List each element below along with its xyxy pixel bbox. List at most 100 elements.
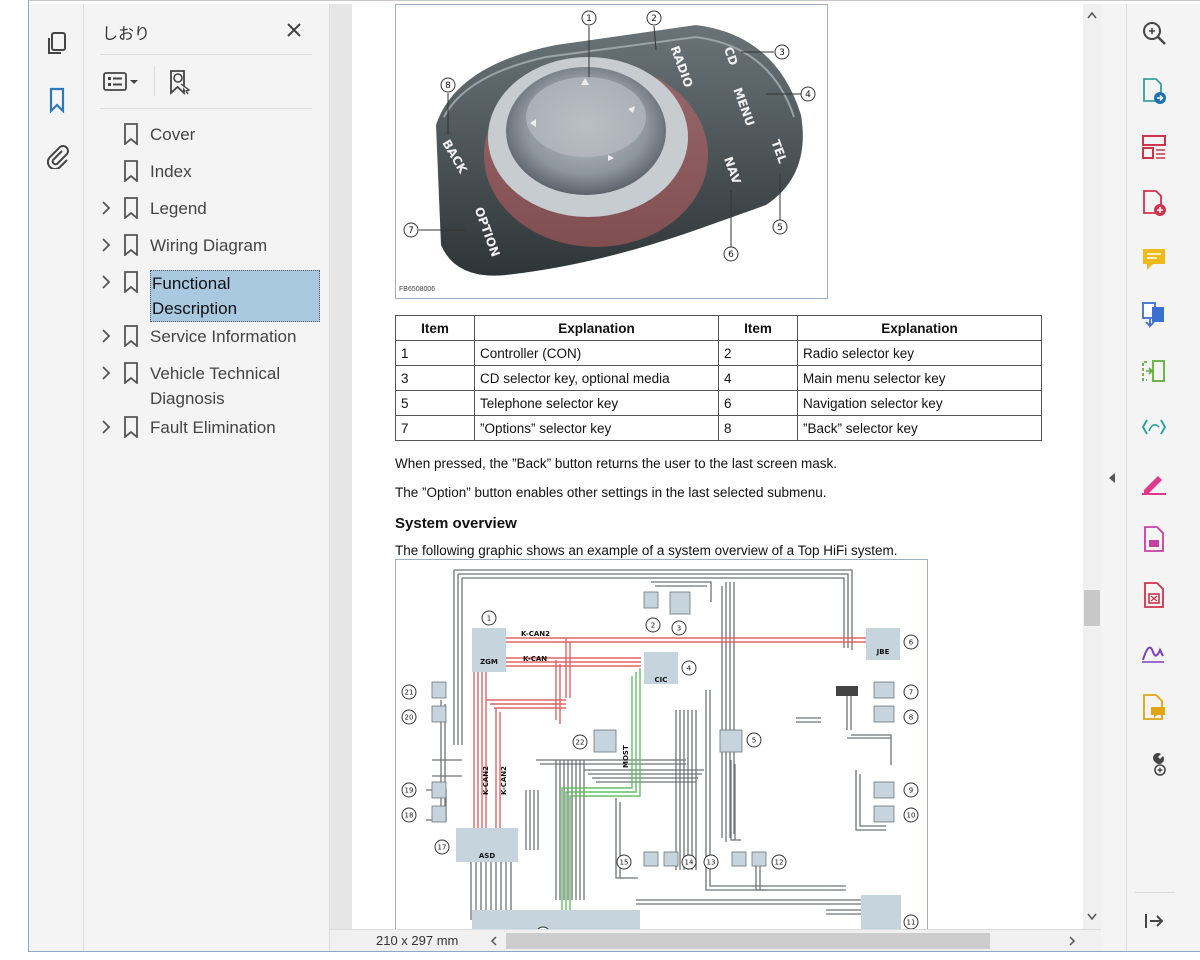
table-cell: 4 [718,365,798,391]
zoom-icon[interactable] [1139,18,1169,48]
callout-number: 14 [685,859,694,867]
table-cell: 3 [395,365,475,391]
scroll-down-button[interactable] [1083,908,1101,926]
bus-label: K-CAN2 [521,630,550,638]
chevron-right-icon[interactable] [99,324,113,348]
table-header: Explanation [797,315,1042,341]
bus-label: MOST [622,745,630,768]
bookmark-item-fault-elimination[interactable]: Fault Elimination [84,415,330,440]
bookmark-item-wiring-diagram[interactable]: Wiring Diagram [84,233,330,258]
system-overview-diagram: ZGM CIC JBE ASD K-CAN2 K-CAN MOST K-CAN2… [395,559,928,929]
table-row: 3 CD selector key, optional media 4 Main… [395,365,1042,391]
page-thumbnails-icon[interactable] [41,28,73,60]
scroll-thumb[interactable] [1084,590,1100,626]
callout-number: 22 [576,739,585,747]
page-size-label: 210 x 297 mm [376,933,459,948]
chevron-right-icon[interactable] [99,361,113,385]
callout-number: 13 [707,859,716,867]
callout-number: 19 [405,787,414,795]
edit-pdf-icon[interactable] [1139,412,1169,442]
table-row: 7 ”Options” selector key 8 ”Back” select… [395,415,1042,441]
callout-number: 11 [907,919,916,927]
chevron-right-icon [1069,936,1076,946]
table-header: Item [718,315,798,341]
compress-pdf-icon[interactable] [1139,580,1169,610]
compare-files-icon[interactable] [1139,356,1169,386]
organize-pages-icon[interactable] [1139,132,1169,162]
request-signature-icon[interactable] [1139,636,1169,666]
more-tools-icon[interactable] [1139,748,1169,778]
bus-label: K-CAN2 [500,766,508,795]
window-bottom-edge [28,951,1200,952]
chevron-right-icon[interactable] [99,196,113,220]
bookmark-icon [121,233,141,257]
bookmark-item-vehicle-technical-diagnosis[interactable]: Vehicle Technical Diagnosis [84,361,330,411]
chevron-down-icon [1087,913,1097,921]
table-cell: 6 [718,390,798,416]
bookmark-item-index[interactable]: Index [84,159,330,184]
bookmark-search-icon [170,70,191,96]
horizontal-scroll-thumb[interactable] [506,933,990,949]
bookmark-item-functional-description[interactable]: Functional Description [84,270,330,322]
close-icon [287,23,301,37]
table-cell: ”Back” selector key [797,415,1042,441]
svg-text:6: 6 [728,250,734,260]
scroll-up-button[interactable] [1083,6,1101,24]
chevron-right-icon[interactable] [99,233,113,257]
chevron-right-icon[interactable] [99,270,113,294]
combine-files-icon[interactable] [1139,300,1169,330]
send-for-comments-icon[interactable] [1139,692,1169,722]
export-pdf-icon[interactable] [1139,76,1169,106]
svg-text:4: 4 [805,90,811,100]
options-menu-button[interactable] [102,66,140,98]
panel-title: しおり [102,24,151,43]
svg-text:2: 2 [651,14,657,24]
scroll-left-button[interactable] [486,932,502,950]
callout-1: 1 [586,14,592,24]
protect-pdf-icon[interactable] [1139,524,1169,554]
paragraph-system-overview: The following graphic shows an example o… [395,543,898,558]
callout-number: 18 [405,812,414,820]
svg-text:3: 3 [779,48,785,58]
status-bar: 210 x 297 mm [330,929,1101,951]
table-cell: 1 [395,340,475,366]
comment-icon[interactable] [1139,244,1169,274]
bookmark-item-legend[interactable]: Legend [84,196,330,221]
svg-text:5: 5 [777,223,783,233]
module-label: CIC [655,676,668,684]
chevron-left-icon [490,936,497,946]
vertical-scrollbar[interactable] [1083,4,1101,929]
bookmark-item-cover[interactable]: Cover [84,122,330,147]
chevron-right-icon[interactable] [99,415,113,439]
bookmarks-icon[interactable] [41,84,73,116]
collapse-tools-pane-icon[interactable] [1139,906,1169,936]
controller-figure: BACK RADIO CD MENU TEL NAV OPTION 1 2 3 … [395,4,828,299]
table-cell: ”Options” selector key [474,415,719,441]
svg-text:8: 8 [445,81,451,91]
section-heading: System overview [395,515,517,532]
toolbar-divider [154,66,155,96]
add-bookmark-button[interactable] [166,66,194,98]
callout-number: 6 [909,639,914,647]
callout-number: 5 [752,737,756,745]
table-header: Explanation [474,315,719,341]
expand-right-panel-button[interactable] [1105,466,1119,490]
chevron-up-icon [1087,11,1097,19]
table-cell: 8 [718,415,798,441]
bookmark-item-service-information[interactable]: Service Information [84,324,330,349]
tools-rail [1126,4,1200,951]
scroll-right-button[interactable] [1064,932,1080,950]
document-viewport[interactable]: BACK RADIO CD MENU TEL NAV OPTION 1 2 3 … [330,4,1083,929]
divider [100,54,312,55]
bus-label: K-CAN2 [482,766,490,795]
fill-sign-icon[interactable] [1139,468,1169,498]
callout-number: 20 [405,714,414,722]
bookmark-label: Cover [150,125,196,144]
attachments-icon[interactable] [41,140,73,172]
create-pdf-icon[interactable] [1139,188,1169,218]
close-panel-button[interactable] [282,18,306,42]
svg-text:7: 7 [408,226,414,236]
divider [100,108,312,109]
callout-number: 7 [909,689,913,697]
callout-number: 10 [907,812,916,820]
